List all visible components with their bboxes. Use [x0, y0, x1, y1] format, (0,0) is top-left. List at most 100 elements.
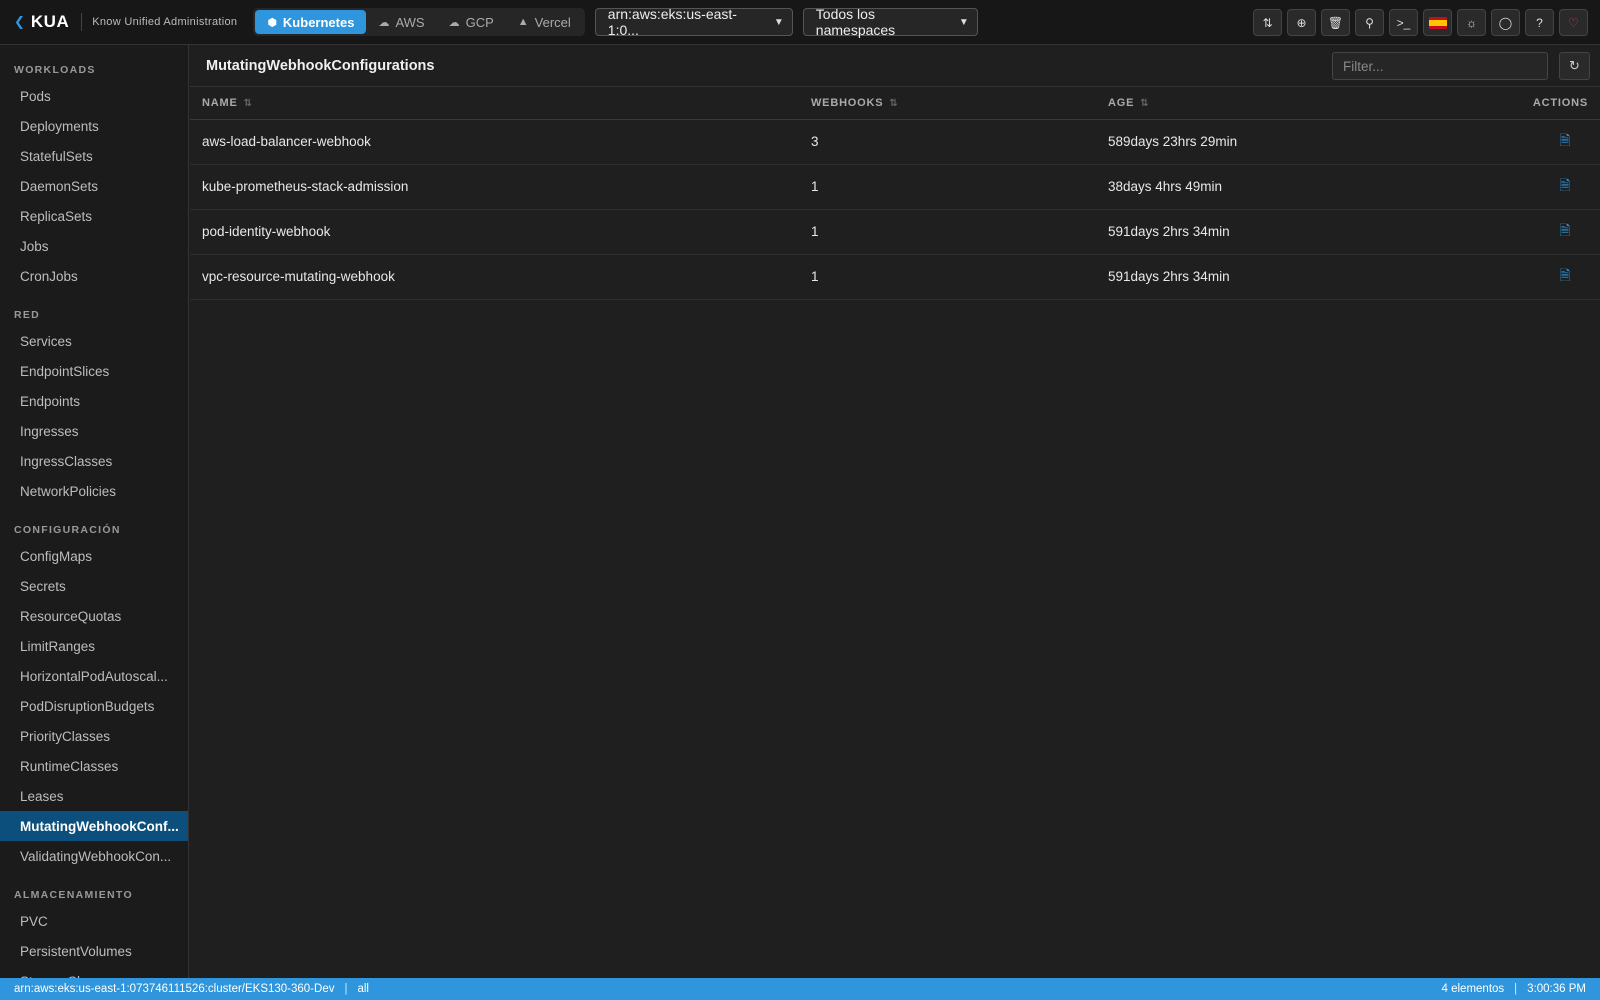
sidebar-item-resourcequotas[interactable]: ResourceQuotas	[0, 601, 188, 631]
column-header-label: ACTIONS	[1532, 96, 1588, 109]
table-row[interactable]: kube-prometheus-stack-admission 1 38days…	[190, 164, 1600, 210]
cell-age: 589days 23hrs 29min	[1108, 119, 1480, 165]
sidebar-item-storageclasses[interactable]: StorageClasses	[0, 966, 188, 979]
content-header: MutatingWebhookConfigurations ↻	[190, 45, 1600, 87]
sidebar-item-jobs[interactable]: Jobs	[0, 231, 188, 261]
sidebar-item-endpointslices[interactable]: EndpointSlices	[0, 356, 188, 386]
delete-button[interactable]: 🗑	[1321, 9, 1350, 36]
app-logo[interactable]: ❮ KUA Know Unified Administration	[14, 12, 237, 32]
table-row[interactable]: aws-load-balancer-webhook 3 589days 23hr…	[190, 119, 1600, 165]
status-divider: |	[344, 983, 348, 995]
cell-name: pod-identity-webhook	[190, 209, 811, 255]
trash-icon: 🗑	[1327, 15, 1344, 30]
sidebar-item-pvc[interactable]: PVC	[0, 906, 188, 936]
cloud-icon: ☁	[378, 16, 390, 29]
sidebar-item-secrets[interactable]: Secrets	[0, 571, 188, 601]
sidebar-item-runtimeclasses[interactable]: RuntimeClasses	[0, 751, 188, 781]
filter-input[interactable]	[1332, 52, 1548, 80]
sidebar-item-deployments[interactable]: Deployments	[0, 111, 188, 141]
view-yaml-icon[interactable]: 🗎	[1559, 267, 1570, 283]
language-button[interactable]	[1423, 9, 1452, 36]
sidebar-item-ingressclasses[interactable]: IngressClasses	[0, 446, 188, 476]
provider-label: Vercel	[534, 14, 571, 30]
cell-actions: 🗎	[1480, 254, 1600, 300]
sidebar-item-persistentvolumes[interactable]: PersistentVolumes	[0, 936, 188, 966]
cluster-select[interactable]: arn:aws:eks:us-east-1:0... ▼	[594, 6, 793, 38]
cell-name: vpc-resource-mutating-webhook	[190, 254, 811, 300]
cloud-icon: ☁	[448, 16, 460, 29]
sidebar-item-validatingwebhookconfigurations[interactable]: ValidatingWebhookCon...	[0, 841, 188, 871]
sidebar-item-pods[interactable]: Pods	[0, 81, 188, 111]
provider-tab-kubernetes[interactable]: ⬢ Kubernetes	[255, 10, 367, 34]
sidebar-item-mutatingwebhookconfigurations[interactable]: MutatingWebhookConf...	[0, 811, 188, 841]
status-time: 3:00:36 PM	[1527, 983, 1586, 995]
status-bar: arn:aws:eks:us-east-1:073746111526:clust…	[0, 978, 1600, 1000]
sidebar-item-configmaps[interactable]: ConfigMaps	[0, 541, 188, 571]
namespace-select-value: Todos los namespaces	[815, 6, 896, 38]
namespace-select[interactable]: Todos los namespaces ▼	[802, 6, 978, 38]
provider-tab-gcp[interactable]: ☁ GCP	[437, 10, 506, 34]
key-button[interactable]: ⚲	[1355, 9, 1384, 36]
sort-icon: ⇅	[243, 97, 253, 109]
provider-tab-vercel[interactable]: ▲ Vercel	[506, 10, 583, 34]
column-header-label: NAME	[202, 96, 238, 109]
cell-webhooks: 1	[811, 209, 1108, 255]
sidebar-item-leases[interactable]: Leases	[0, 781, 188, 811]
refresh-button[interactable]: ↻	[1559, 52, 1590, 80]
cluster-select-value: arn:aws:eks:us-east-1:0...	[607, 6, 737, 38]
security-button[interactable]: ◯	[1491, 9, 1520, 36]
column-header-age[interactable]: AGE ⇅	[1108, 87, 1480, 120]
sidebar-item-priorityclasses[interactable]: PriorityClasses	[0, 721, 188, 751]
column-header-name[interactable]: NAME ⇅	[190, 87, 811, 120]
sidebar-section-title: RED	[14, 309, 41, 321]
sidebar-item-networkpolicies[interactable]: NetworkPolicies	[0, 476, 188, 506]
status-right: 4 elementos | 3:00:36 PM	[1442, 983, 1586, 995]
terminal-icon: >_	[1396, 15, 1411, 30]
app-logo-text: KUA	[30, 12, 70, 31]
sidebar-item-replicasets[interactable]: ReplicaSets	[0, 201, 188, 231]
sidebar-item-statefulsets[interactable]: StatefulSets	[0, 141, 188, 171]
help-icon: ?	[1536, 15, 1543, 30]
column-header-label: AGE	[1108, 96, 1135, 109]
sidebar-item-daemonsets[interactable]: DaemonSets	[0, 171, 188, 201]
column-header-actions: ACTIONS	[1480, 87, 1600, 120]
sidebar-item-cronjobs[interactable]: CronJobs	[0, 261, 188, 291]
provider-switcher: ⬢ Kubernetes ☁ AWS ☁ GCP ▲ Vercel	[253, 8, 585, 36]
view-yaml-icon[interactable]: 🗎	[1559, 222, 1570, 238]
sun-icon: ☼	[1466, 15, 1477, 30]
status-namespace: all	[357, 983, 369, 995]
cell-actions: 🗎	[1480, 119, 1600, 165]
add-button[interactable]: ⊕	[1287, 9, 1316, 36]
cell-webhooks: 1	[811, 164, 1108, 210]
sidebar-item-ingresses[interactable]: Ingresses	[0, 416, 188, 446]
status-count: 4 elementos	[1441, 983, 1505, 995]
app-subtitle: Know Unified Administration	[92, 16, 238, 28]
view-yaml-icon[interactable]: 🗎	[1559, 132, 1570, 148]
terminal-button[interactable]: >_	[1389, 9, 1418, 36]
cell-age: 591days 2hrs 34min	[1108, 209, 1480, 255]
sidebar-item-services[interactable]: Services	[0, 326, 188, 356]
chevron-down-icon: ▼	[773, 16, 784, 28]
favorite-button[interactable]: ♡	[1559, 9, 1588, 36]
sidebar-item-hpa[interactable]: HorizontalPodAutoscal...	[0, 661, 188, 691]
compare-button[interactable]: ⇅	[1253, 9, 1282, 36]
sidebar-item-limitranges[interactable]: LimitRanges	[0, 631, 188, 661]
page-title: MutatingWebhookConfigurations	[206, 57, 435, 74]
table-row[interactable]: pod-identity-webhook 1 591days 2hrs 34mi…	[190, 209, 1600, 255]
kua-logo-icon: ❮	[14, 14, 25, 29]
sidebar-item-endpoints[interactable]: Endpoints	[0, 386, 188, 416]
help-button[interactable]: ?	[1525, 9, 1554, 36]
cell-age: 38days 4hrs 49min	[1108, 164, 1480, 210]
heart-icon: ♡	[1568, 15, 1579, 30]
column-header-webhooks[interactable]: WEBHOOKS ⇅	[811, 87, 1108, 120]
view-yaml-icon[interactable]: 🗎	[1559, 177, 1570, 193]
theme-button[interactable]: ☼	[1457, 9, 1486, 36]
sidebar-item-poddisruptionbudgets[interactable]: PodDisruptionBudgets	[0, 691, 188, 721]
triangle-icon: ▲	[517, 16, 529, 28]
cell-age: 591days 2hrs 34min	[1108, 254, 1480, 300]
provider-tab-aws[interactable]: ☁ AWS	[366, 10, 436, 34]
column-header-label: WEBHOOKS	[811, 96, 884, 109]
add-icon: ⊕	[1296, 15, 1307, 30]
sort-icon: ⇅	[889, 97, 899, 109]
table-row[interactable]: vpc-resource-mutating-webhook 1 591days …	[190, 254, 1600, 300]
